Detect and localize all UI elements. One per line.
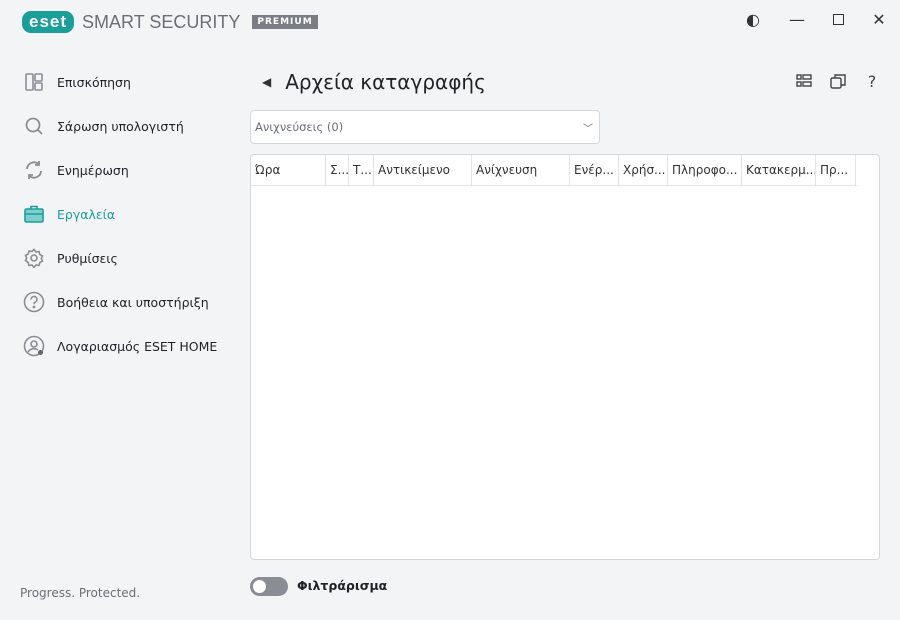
- tagline: Progress. Protected.: [20, 586, 141, 600]
- sidebar-item-label: Σάρωση υπολογιστή: [57, 118, 184, 134]
- dashboard-icon: [23, 71, 45, 93]
- column-header[interactable]: Αντικείμενο: [374, 155, 472, 185]
- page-title: Αρχεία καταγραφής: [285, 70, 486, 94]
- account-icon: [23, 335, 45, 357]
- filter-label: Φιλτράρισμα: [297, 578, 388, 593]
- sidebar-item-tools[interactable]: Εργαλεία: [0, 192, 230, 236]
- column-header[interactable]: Ενέρ...: [570, 155, 619, 185]
- sidebar-item-label: Βοήθεια και υποστήριξη: [57, 294, 209, 310]
- column-header[interactable]: Πρ...: [816, 155, 856, 185]
- table-header: Ώρα Σ... Τ... Αντικείμενο Ανίχνευση Ενέρ... Χρ…: [251, 155, 857, 186]
- product-name: SMART SECURITY: [82, 11, 241, 32]
- list-view-icon[interactable]: [793, 70, 815, 92]
- column-header[interactable]: Κατακερμ...: [742, 155, 816, 185]
- sidebar: Επισκόπηση Σάρωση υπολογιστή Ενημέρωση Ε…: [0, 60, 230, 368]
- chevron-down-icon: ﹀: [583, 123, 593, 135]
- edition-badge: PREMIUM: [252, 15, 318, 29]
- refresh-icon: [23, 159, 45, 181]
- column-header[interactable]: Ώρα: [251, 155, 326, 185]
- column-header[interactable]: Σ...: [326, 155, 349, 185]
- filter-toggle[interactable]: [250, 577, 288, 596]
- sidebar-item-account[interactable]: Λογαριασμός ESET HOME: [0, 324, 230, 368]
- log-type-value: Ανιχνεύσεις (0): [255, 120, 344, 134]
- sidebar-item-scan[interactable]: Σάρωση υπολογιστή: [0, 104, 230, 148]
- page-header: ◀ Αρχεία καταγραφής: [262, 70, 486, 94]
- sidebar-item-update[interactable]: Ενημέρωση: [0, 148, 230, 192]
- back-button[interactable]: ◀: [262, 75, 271, 89]
- sidebar-item-overview[interactable]: Επισκόπηση: [0, 60, 230, 104]
- sidebar-item-label: Επισκόπηση: [57, 74, 131, 90]
- search-icon: [23, 115, 45, 137]
- eset-logo: eset: [22, 11, 75, 33]
- app-logo: eset SMART SECURITY PREMIUM: [22, 11, 318, 33]
- maximize-button[interactable]: [827, 8, 849, 30]
- copy-window-icon[interactable]: [827, 70, 849, 92]
- minimize-button[interactable]: —: [786, 8, 808, 30]
- toolbox-icon: [23, 203, 45, 225]
- sidebar-item-label: Ρυθμίσεις: [57, 250, 118, 266]
- column-header[interactable]: Τ...: [349, 155, 374, 185]
- log-table: Ώρα Σ... Τ... Αντικείμενο Ανίχνευση Ενέρ... Χρ…: [250, 154, 880, 560]
- sidebar-item-settings[interactable]: Ρυθμίσεις: [0, 236, 230, 280]
- column-header[interactable]: Πληροφο...: [668, 155, 742, 185]
- sidebar-item-label: Λογαριασμός ESET HOME: [57, 338, 218, 354]
- sidebar-item-label: Ενημέρωση: [57, 162, 129, 178]
- help-icon: [23, 291, 45, 313]
- close-button[interactable]: ✕: [868, 8, 890, 30]
- column-header[interactable]: Χρήσ...: [619, 155, 668, 185]
- column-header[interactable]: Ανίχνευση: [472, 155, 570, 185]
- gear-icon: [23, 247, 45, 269]
- log-type-select[interactable]: Ανιχνεύσεις (0) ﹀: [250, 110, 600, 144]
- help-icon[interactable]: ?: [861, 70, 883, 92]
- sidebar-item-label: Εργαλεία: [57, 206, 116, 222]
- sidebar-item-help[interactable]: Βοήθεια και υποστήριξη: [0, 280, 230, 324]
- theme-toggle-icon[interactable]: ◐: [742, 8, 764, 30]
